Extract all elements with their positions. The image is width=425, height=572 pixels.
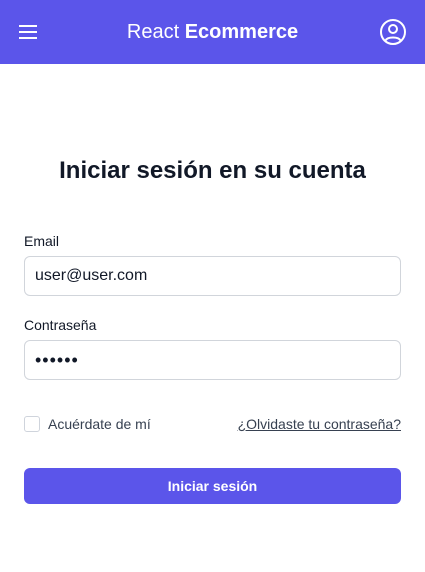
user-circle-icon[interactable] — [379, 18, 407, 46]
checkbox-box[interactable] — [24, 416, 40, 432]
sign-in-button[interactable]: Iniciar sesión — [24, 468, 401, 504]
remember-me-label: Acuérdate de mí — [48, 416, 151, 432]
brand-title[interactable]: React Ecommerce — [0, 19, 425, 45]
forgot-password-link[interactable]: ¿Olvidaste tu contraseña? — [238, 416, 401, 432]
app-header: React Ecommerce — [0, 0, 425, 64]
password-field[interactable]: •••••• — [24, 340, 401, 380]
page-title: Iniciar sesión en su cuenta — [59, 157, 366, 184]
password-label: Contraseña — [24, 317, 97, 333]
email-field[interactable]: user@user.com — [24, 256, 401, 296]
brand-title-light: React — [126, 21, 180, 43]
email-label: Email — [24, 233, 60, 249]
remember-me-checkbox[interactable]: Acuérdate de mí — [24, 416, 151, 432]
brand-title-bold: Ecommerce — [184, 21, 299, 43]
